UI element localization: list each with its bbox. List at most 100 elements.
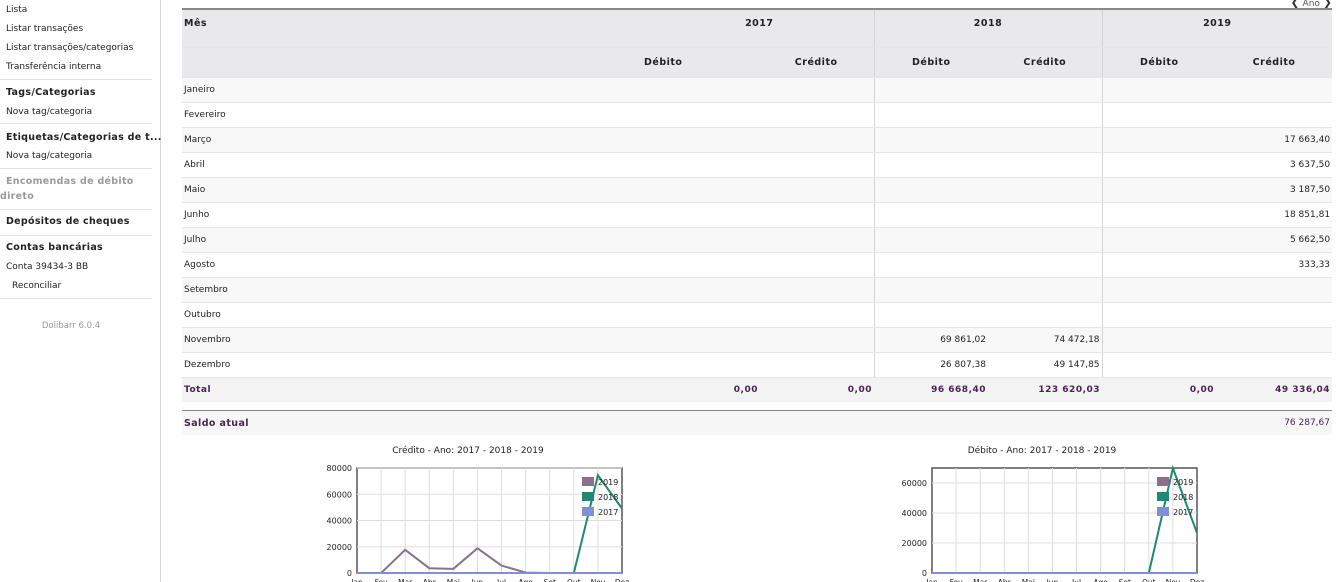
value-cell <box>760 327 875 353</box>
table-row: Agosto 333,33 <box>182 252 1333 278</box>
value-cell <box>644 152 760 178</box>
credit-line-chart: 0 20000 40000 60000 80000 Jan Fev Mar Abr Mai Jun J… <box>327 464 630 582</box>
value-cell <box>873 202 989 228</box>
chart-title-debit: Débito - Ano: 2017 - 2018 - 2019 <box>967 446 1117 456</box>
x-tick-label: Jun <box>1046 578 1059 582</box>
x-tick-label: Out <box>1142 578 1156 582</box>
legend-swatch <box>1157 477 1169 486</box>
menu-link-reconciliar[interactable]: Reconciliar <box>12 281 61 291</box>
value-cell <box>1216 102 1333 128</box>
table-row: Novembro 69 861,02 74 472,18 <box>182 327 1333 353</box>
value-cell: 74 472,18 <box>988 327 1103 353</box>
value-cell <box>988 227 1103 253</box>
legend-swatch <box>582 492 594 501</box>
value-cell <box>1216 277 1333 303</box>
chart-title-credit: Crédito - Ano: 2017 - 2018 - 2019 <box>392 446 544 456</box>
legend-label: 2017 <box>1173 508 1193 517</box>
value-cell <box>1216 77 1333 103</box>
column-header-credit: Crédito <box>988 47 1103 78</box>
column-header-debit: Débito <box>1101 47 1217 78</box>
table-row: Fevereiro <box>182 102 1333 128</box>
current-balance-label: Saldo atual <box>184 418 249 429</box>
value-cell: 49 147,85 <box>988 352 1103 378</box>
value-cell <box>1101 302 1217 328</box>
month-cell: Setembro <box>182 277 644 303</box>
menu-link-listar-transacoes-categorias[interactable]: Listar transações/categorias <box>6 43 133 53</box>
month-cell: Agosto <box>182 252 644 278</box>
current-balance-row: Saldo atual 76 287,67 <box>182 410 1332 435</box>
value-cell <box>1101 77 1217 103</box>
value-cell: 333,33 <box>1216 252 1333 278</box>
y-tick-label: 40000 <box>327 517 352 526</box>
table-row: Setembro <box>182 277 1333 303</box>
value-cell <box>873 227 989 253</box>
value-cell <box>873 127 989 153</box>
column-header-year: 2018 <box>873 8 1103 48</box>
value-cell <box>644 202 760 228</box>
table-row: Janeiro <box>182 77 1333 103</box>
legend-swatch <box>1157 492 1169 501</box>
x-tick-label: Out <box>567 578 581 582</box>
value-cell <box>644 227 760 253</box>
value-cell <box>760 202 875 228</box>
month-cell: Junho <box>182 202 644 228</box>
value-cell <box>760 227 875 253</box>
y-tick-label: 80000 <box>327 464 352 473</box>
value-cell <box>988 102 1103 128</box>
value-cell: 5 662,50 <box>1216 227 1333 253</box>
table-header-row-types: Débito Crédito Débito Crédito Débito Cré… <box>182 47 1333 78</box>
value-cell <box>1101 102 1217 128</box>
menu-separator <box>0 123 152 124</box>
debit-line-chart: 0 20000 40000 60000 Jan Fev Mar Abr Mai Jun Jul Ago… <box>902 464 1204 582</box>
menu-link-conta[interactable]: Conta 39434-3 BB <box>6 262 88 272</box>
menu-title-tags[interactable]: Tags/Categorias <box>6 87 96 98</box>
month-cell: Dezembro <box>182 352 644 378</box>
value-cell <box>1101 227 1217 253</box>
value-cell <box>760 302 875 328</box>
value-cell <box>988 127 1103 153</box>
value-cell <box>1101 277 1217 303</box>
value-cell <box>873 177 989 203</box>
value-cell: 17 663,40 <box>1216 127 1333 153</box>
total-label: Total <box>182 377 644 402</box>
value-cell <box>1101 252 1217 278</box>
y-tick-label: 0 <box>922 569 927 578</box>
value-cell <box>644 352 760 378</box>
menu-link-listar-transacoes[interactable]: Listar transações <box>6 24 83 34</box>
value-cell <box>760 352 875 378</box>
table-row: Outubro <box>182 302 1333 328</box>
x-tick-label: Fev <box>950 578 964 582</box>
column-header-debit: Débito <box>873 47 989 78</box>
menu-separator <box>0 168 152 169</box>
column-header-credit: Crédito <box>760 47 875 78</box>
value-cell <box>988 277 1103 303</box>
total-cell: 49 336,04 <box>1216 377 1333 402</box>
value-cell: 3 637,50 <box>1216 152 1333 178</box>
menu-link-lista[interactable]: Lista <box>6 5 27 15</box>
menu-link-nova-etiqueta[interactable]: Nova tag/categoria <box>6 151 92 161</box>
menu-title-etiquetas[interactable]: Etiquetas/Categorias de t... <box>6 132 162 143</box>
value-cell <box>988 252 1103 278</box>
table-row: Maio 3 187,50 <box>182 177 1333 203</box>
menu-link-transferencia-interna[interactable]: Transferência interna <box>6 62 101 72</box>
month-cell: Maio <box>182 177 644 203</box>
menu-title-encomendas-disabled: Encomendas de débito direto <box>0 176 134 202</box>
menu-link-nova-tag[interactable]: Nova tag/categoria <box>6 107 92 117</box>
menu-title-contas-bancarias[interactable]: Contas bancárias <box>6 242 103 253</box>
x-tick-label: Fev <box>375 578 389 582</box>
y-tick-label: 40000 <box>902 509 927 518</box>
x-tick-label: Mar <box>973 578 988 582</box>
month-cell: Novembro <box>182 327 644 353</box>
table-row: Julho 5 662,50 <box>182 227 1333 253</box>
menu-title-depositos[interactable]: Depósitos de cheques <box>6 216 130 227</box>
value-cell <box>873 252 989 278</box>
value-cell <box>988 202 1103 228</box>
value-cell <box>644 77 760 103</box>
legend-swatch <box>582 477 594 486</box>
value-cell <box>1101 177 1217 203</box>
value-cell <box>644 277 760 303</box>
value-cell <box>760 77 875 103</box>
value-cell <box>1216 352 1333 378</box>
x-tick-label: Jul <box>1071 578 1081 582</box>
value-cell <box>760 127 875 153</box>
